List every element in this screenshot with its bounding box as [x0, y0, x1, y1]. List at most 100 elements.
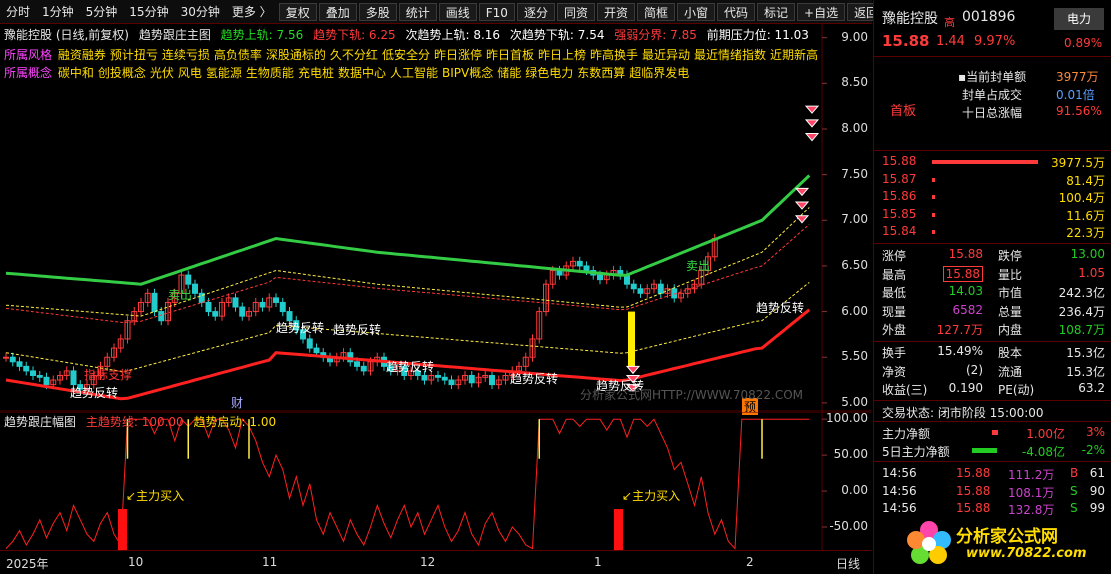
period-tab-30min[interactable]: 30分钟 — [175, 0, 226, 24]
main-kline-chart[interactable]: 豫能控股 (日线,前复权) 趋势跟庄主图 趋势上轨: 7.56 趋势下轨: 6.… — [0, 24, 872, 415]
style-tag-10[interactable]: 昨高换手 — [590, 48, 638, 62]
diamond-signal-icon — [794, 215, 810, 224]
style-tag-7[interactable]: 昨日涨停 — [434, 48, 482, 62]
period-tab-intraday[interactable]: 分时 — [0, 0, 36, 24]
seal-value: 91.56% — [1056, 104, 1102, 118]
style-tag-4[interactable]: 深股通标的 — [266, 48, 326, 62]
param-upper: 趋势上轨: 7.56 — [220, 28, 304, 42]
style-tag-2[interactable]: 连续亏损 — [162, 48, 210, 62]
bid-price[interactable]: 15.85 — [882, 207, 916, 221]
stat-label: 涨停 — [882, 249, 907, 263]
period-tab-5min[interactable]: 5分钟 — [80, 0, 124, 24]
style-tag-9[interactable]: 昨日上榜 — [538, 48, 586, 62]
multi-stock-button[interactable]: 多股 — [358, 2, 397, 21]
concept-tag-8[interactable]: 人工智能 — [390, 66, 438, 80]
period-tab-more[interactable]: 更多 〉 — [226, 0, 278, 24]
period-label[interactable]: 日线 — [836, 555, 860, 572]
period-tab-1min[interactable]: 1分钟 — [36, 0, 80, 24]
sub-y-tick-label: 0.00 — [841, 483, 868, 498]
concept-tag-3[interactable]: 风电 — [178, 66, 202, 80]
same-capital-button[interactable]: 同资 — [556, 2, 595, 21]
by-minute-button[interactable]: 逐分 — [516, 2, 555, 21]
stat-label: 总量 — [998, 304, 1023, 319]
finance-mark[interactable]: 财 — [231, 394, 243, 411]
concept-tag-2[interactable]: 光伏 — [150, 66, 174, 80]
bid-price[interactable]: 15.88 — [882, 154, 916, 168]
bid-price[interactable]: 15.86 — [882, 189, 916, 203]
tick-count: 99 — [1089, 501, 1105, 515]
candle-body — [185, 274, 192, 285]
style-tag-6[interactable]: 低安全分 — [382, 48, 430, 62]
overlay-button[interactable]: 叠加 — [318, 2, 357, 21]
last-price: 15.88 — [882, 32, 930, 50]
small-window-button[interactable]: 小窗 — [677, 2, 716, 21]
open-capital-button[interactable]: 开资 — [596, 2, 635, 21]
concept-tag-6[interactable]: 充电桩 — [298, 66, 334, 80]
candle-body — [212, 311, 219, 317]
candle-body — [36, 374, 43, 378]
style-tag-0[interactable]: 融资融券 — [58, 48, 106, 62]
bid-price[interactable]: 15.87 — [882, 172, 916, 186]
concept-tag-10[interactable]: 储能 — [497, 66, 521, 80]
diamond-signal-icon — [794, 201, 810, 210]
statistics-button[interactable]: 统计 — [398, 2, 437, 21]
concept-tag-7[interactable]: 数据中心 — [338, 66, 386, 80]
style-tag-3[interactable]: 高负债率 — [214, 48, 262, 62]
fund-value: 1.00亿 — [1026, 427, 1065, 441]
style-tag-13[interactable]: 近期新高 — [770, 48, 818, 62]
simple-frame-button[interactable]: 简框 — [636, 2, 675, 21]
main-y-tick-label: 9.00 — [841, 29, 868, 44]
main-y-tick-label: 5.00 — [841, 394, 868, 409]
style-tag-8[interactable]: 昨日首板 — [486, 48, 534, 62]
watermark-text: 分析家公式网HTTP://WWW.70822.COM — [580, 388, 804, 402]
sell-label: 卖出 — [168, 288, 193, 302]
main-indicator-name[interactable]: 趋势跟庄主图 — [139, 28, 211, 42]
draw-line-button[interactable]: 画线 — [438, 2, 477, 21]
concept-tag-12[interactable]: 东数西算 — [577, 66, 625, 80]
period-tab-15min[interactable]: 15分钟 — [123, 0, 174, 24]
tick-side: S — [1070, 501, 1078, 515]
mark-button[interactable]: 标记 — [757, 2, 796, 21]
style-tag-1[interactable]: 预计扭亏 — [110, 48, 158, 62]
tick-time: 14:56 — [882, 501, 917, 515]
add-watchlist-button[interactable]: +自选 — [797, 2, 846, 21]
trend-reversal-label: 趋势反转 — [386, 360, 435, 374]
logo-url[interactable]: www.70822.com — [966, 546, 1087, 561]
style-tag-11[interactable]: 最近异动 — [642, 48, 690, 62]
stat-label: 内盘 — [998, 323, 1023, 337]
style-tag-12[interactable]: 最近情绪指数 — [694, 48, 766, 62]
concept-tag-9[interactable]: BIPV概念 — [442, 66, 493, 80]
sub-indicator-chart[interactable]: 趋势跟庄幅图 主趋势线: 100.00 趋势启动: 1.00 100.00 50.… — [0, 411, 872, 550]
code-button[interactable]: 代码 — [717, 2, 756, 21]
sub-indicator-name[interactable]: 趋势跟庄幅图 — [4, 415, 76, 429]
concept-tag-13[interactable]: 超临界发电 — [629, 66, 689, 80]
concept-tag-11[interactable]: 绿色电力 — [525, 66, 573, 80]
concept-tag-0[interactable]: 碳中和 — [58, 66, 94, 80]
f10-button[interactable]: F10 — [478, 2, 515, 21]
fund-bar — [992, 430, 998, 435]
sector-power-button[interactable]: 电力 — [1054, 8, 1104, 30]
date-label: 10 — [128, 555, 144, 569]
signal-bar — [628, 311, 635, 367]
concept-tag-4[interactable]: 氢能源 — [206, 66, 242, 80]
bid-volume: 100.4万 — [1058, 191, 1105, 205]
bid-price[interactable]: 15.84 — [882, 224, 916, 238]
bid-volume-bar — [932, 230, 935, 234]
style-tag-5[interactable]: 久不分红 — [330, 48, 378, 62]
main-buy-bar — [614, 509, 623, 550]
candle-body — [16, 361, 23, 367]
seal-row: ▪当前封单额 — [958, 70, 1027, 84]
candle-body — [259, 301, 266, 308]
main-chart-canvas[interactable] — [0, 24, 872, 412]
adjust-button[interactable]: 复权 — [278, 2, 317, 21]
style-tags-row: 所属风格 融资融券 预计扭亏 连续亏损 高负债率 深股通标的 久不分红 低安全分 昨日涨停 昨日… — [4, 46, 822, 63]
candle-body — [205, 301, 212, 313]
concept-tag-5[interactable]: 生物质能 — [246, 66, 294, 80]
concept-tag-1[interactable]: 创投概念 — [98, 66, 146, 80]
main-buy-label: ↙主力买入 — [126, 489, 185, 503]
sub-chart-canvas[interactable] — [0, 411, 872, 550]
stat-value: 108.7万 — [1058, 323, 1105, 337]
param-pressure: 前期压力位: 11.03 — [706, 28, 809, 42]
trend-reversal-label: 趋势反转 — [276, 321, 325, 335]
fund-label: 5日主力净额 — [882, 445, 950, 459]
